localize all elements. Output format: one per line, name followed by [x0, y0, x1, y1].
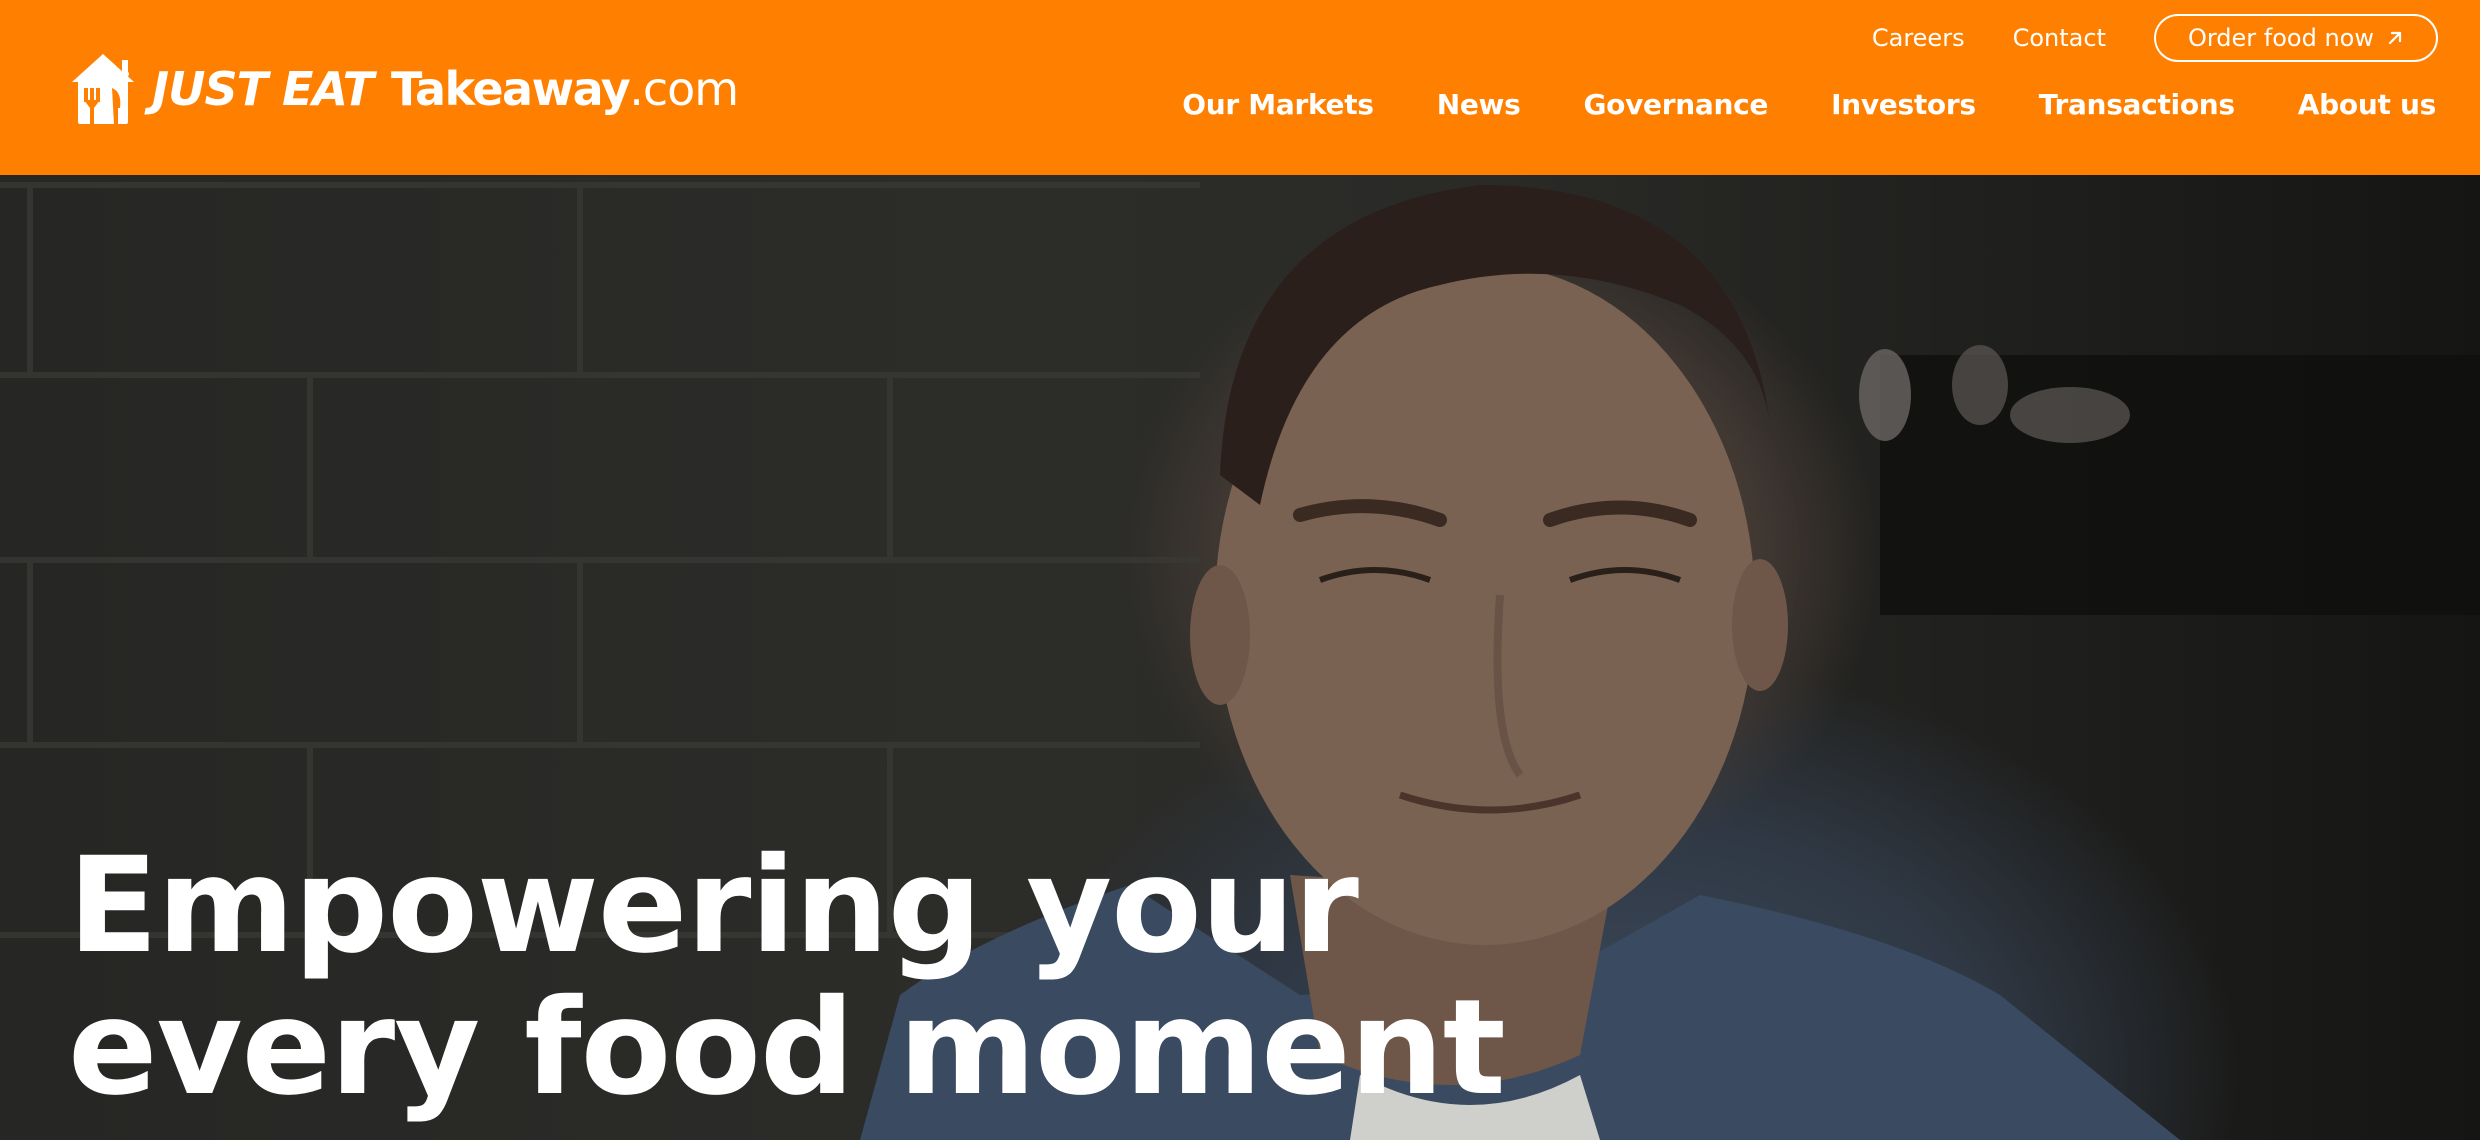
- nav-investors[interactable]: Investors: [1831, 88, 1976, 121]
- hero-section: Empowering your every food moment: [0, 175, 2480, 1140]
- site-header: JUST EAT Takeaway .com Careers Contact Or…: [0, 0, 2480, 175]
- logo-just-eat: JUST EAT: [152, 62, 374, 116]
- main-nav: Our Markets News Governance Investors Tr…: [1182, 82, 2436, 126]
- logo-link[interactable]: JUST EAT Takeaway .com: [68, 52, 739, 126]
- nav-governance[interactable]: Governance: [1583, 88, 1768, 121]
- nav-news[interactable]: News: [1437, 88, 1521, 121]
- nav-about-us[interactable]: About us: [2298, 88, 2437, 121]
- logo-takeaway: Takeaway: [391, 62, 631, 116]
- hero-headline: Empowering your every food moment: [68, 835, 1568, 1119]
- arrow-up-right-icon: [2388, 31, 2402, 45]
- contact-link[interactable]: Contact: [2013, 24, 2106, 52]
- hero-headline-line-2: every food moment: [68, 971, 1506, 1125]
- house-cutlery-icon: [72, 54, 134, 124]
- nav-our-markets[interactable]: Our Markets: [1182, 88, 1374, 121]
- order-food-label: Order food now: [2187, 24, 2374, 52]
- hero-headline-line-1: Empowering your: [68, 829, 1359, 983]
- utility-nav: Careers Contact Order food now: [1872, 14, 2438, 62]
- logo-com: .com: [629, 62, 739, 116]
- order-food-button[interactable]: Order food now: [2153, 14, 2438, 62]
- nav-transactions[interactable]: Transactions: [2039, 88, 2235, 121]
- careers-link[interactable]: Careers: [1872, 24, 1965, 52]
